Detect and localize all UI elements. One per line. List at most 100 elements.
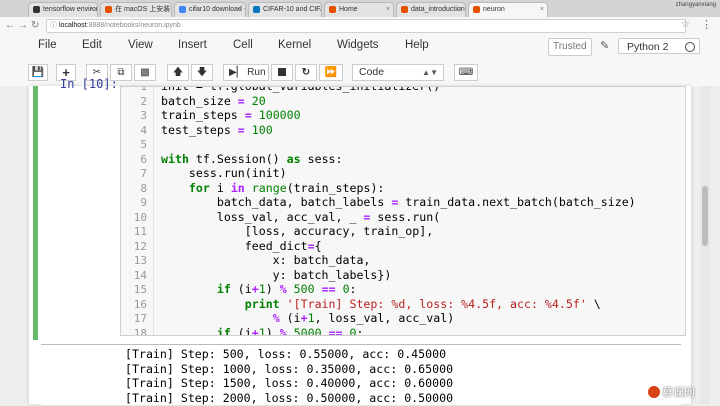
line-number: 18 — [133, 327, 147, 336]
tab-label: Home — [339, 6, 358, 13]
url-input[interactable]: ⓘ localhost:8888/notebooks/neuron.ipynb — [46, 19, 686, 33]
code-line-14: 14 y: batch_labels}) — [121, 268, 685, 283]
browser-tab[interactable]: neuron × — [468, 2, 548, 17]
menu-view[interactable]: View — [128, 39, 153, 51]
browser-address-bar: ← → ↻ ⓘ localhost:8888/notebooks/neuron.… — [0, 17, 720, 36]
cell-type-select[interactable]: Code ▲▼ — [352, 64, 444, 81]
browser-menu-icon[interactable]: ⋮ — [701, 18, 712, 31]
favicon-icon — [33, 6, 40, 13]
browser-tab[interactable]: tensorflow environ × — [28, 2, 98, 17]
browser-tab[interactable]: data_introduction × — [396, 2, 466, 17]
line-number: 5 — [140, 138, 147, 151]
line-number: 6 — [140, 153, 147, 166]
code-text: if (i+1) % 500 == 0: — [216, 282, 357, 296]
line-number: 11 — [133, 225, 147, 238]
code-line-10: 10 loss_val, acc_val, _ = sess.run( — [121, 210, 685, 225]
browser-tab[interactable]: Home × — [324, 2, 394, 17]
watermark-text: 慕课网 — [662, 387, 695, 399]
browser-tab[interactable]: cifar10 download - G× — [174, 2, 246, 17]
line-number: 10 — [133, 211, 147, 224]
line-number: 9 — [140, 196, 147, 209]
bookmark-star-icon[interactable]: ☆ — [681, 19, 690, 30]
trusted-badge[interactable]: Trusted — [548, 38, 592, 56]
kernel-name-badge[interactable]: Python 2 — [618, 38, 700, 54]
output-line: [Train] Step: 1500, loss: 0.40000, acc: … — [125, 376, 454, 390]
interrupt-button[interactable] — [271, 64, 293, 81]
line-number: 13 — [133, 254, 147, 267]
favicon-icon — [401, 6, 408, 13]
menu-insert[interactable]: Insert — [178, 39, 207, 51]
reload-icon[interactable]: ↻ — [31, 19, 39, 33]
browser-user-name[interactable]: zhangyanxiang — [676, 2, 716, 8]
input-prompt: In [10]: — [60, 77, 118, 91]
code-line-7: 7 sess.run(init) — [121, 166, 685, 181]
tab-label: neuron — [483, 6, 505, 13]
pencil-icon[interactable]: ✎ — [600, 39, 609, 52]
close-icon[interactable]: × — [164, 3, 168, 16]
restart-run-all-button[interactable]: ⏩ — [319, 64, 343, 81]
code-line-5: 5 — [121, 137, 685, 152]
save-button[interactable]: 💾 — [28, 64, 48, 81]
code-text: train_steps = 100000 — [161, 108, 301, 122]
keyboard-icon: ⌨ — [458, 67, 474, 78]
menu-edit[interactable]: Edit — [82, 39, 102, 51]
close-icon[interactable]: × — [386, 3, 390, 16]
command-palette-button[interactable]: ⌨ — [454, 64, 478, 81]
favicon-icon — [329, 6, 336, 13]
kernel-name: Python 2 — [627, 41, 669, 53]
menu-cell[interactable]: Cell — [233, 39, 253, 51]
favicon-icon — [105, 6, 112, 13]
close-icon[interactable]: × — [458, 3, 462, 16]
code-line-17: 17 % (i+1, loss_val, acc_val) — [121, 311, 685, 326]
watermark: 慕课网 — [648, 384, 695, 400]
code-line-3: 3 train_steps = 100000 — [121, 108, 685, 123]
code-text: init = tf.global_variables_initializer() — [161, 86, 441, 93]
line-number: 8 — [140, 182, 147, 195]
paste-button[interactable]: ▩ — [134, 64, 156, 81]
line-number: 17 — [133, 312, 147, 325]
code-text: print '[Train] Step: %d, loss: %4.5f, ac… — [244, 297, 601, 311]
code-text: with tf.Session() as sess: — [161, 152, 343, 166]
close-icon[interactable]: × — [90, 3, 94, 16]
code-line-13: 13 x: batch_data, — [121, 253, 685, 268]
menu-file[interactable]: File — [38, 39, 57, 51]
run-label: Run — [247, 67, 266, 78]
stop-icon — [278, 68, 286, 76]
code-line-9: 9 batch_data, batch_labels = train_data.… — [121, 195, 685, 210]
back-arrow-icon[interactable]: ← — [5, 19, 15, 33]
line-number: 14 — [133, 269, 147, 282]
code-cell[interactable]: In [10]: 1 init = tf.global_variables_ini… — [33, 77, 690, 340]
browser-tab[interactable]: CIFAR-10 and CIFAR-× — [248, 2, 322, 17]
line-number: 16 — [133, 298, 147, 311]
menu-widgets[interactable]: Widgets — [337, 39, 379, 51]
page-scrollbar[interactable] — [700, 86, 710, 404]
code-editor[interactable]: 1 init = tf.global_variables_initializer(… — [120, 86, 686, 336]
browser-tab[interactable]: 在 macOS 上安装 Te× — [100, 2, 172, 17]
close-icon[interactable]: × — [314, 3, 318, 16]
arrow-up-icon: 🡅 — [172, 67, 184, 78]
line-number: 3 — [140, 109, 147, 122]
menu-kernel[interactable]: Kernel — [278, 39, 311, 51]
scrollbar-thumb[interactable] — [702, 186, 708, 246]
code-line-11: 11 [loss, accuracy, train_op], — [121, 224, 685, 239]
move-up-button[interactable]: 🡅 — [167, 64, 189, 81]
code-line-8: 8 for i in range(train_steps): — [121, 181, 685, 196]
code-text: feed_dict={ — [161, 239, 322, 253]
restart-button[interactable]: ↻ — [295, 64, 317, 81]
code-text: batch_size = 20 — [161, 94, 266, 108]
menu-help[interactable]: Help — [405, 39, 429, 51]
move-down-button[interactable]: 🡇 — [191, 64, 213, 81]
close-icon[interactable]: × — [540, 3, 544, 16]
cell-output: [Train] Step: 500, loss: 0.55000, acc: 0… — [41, 344, 681, 405]
browser-tab-strip: tensorflow environ×在 macOS 上安装 Te×cifar1… — [0, 0, 720, 18]
save-icon: 💾 — [31, 67, 45, 78]
code-line-1: 1 init = tf.global_variables_initializer(… — [121, 86, 685, 94]
close-icon[interactable]: × — [238, 3, 242, 16]
notebook-paper: In [10]: 1 init = tf.global_variables_ini… — [29, 77, 691, 405]
code-text: loss_val, acc_val, _ = sess.run( — [161, 210, 441, 224]
run-button[interactable]: ▶▏ Run — [223, 64, 269, 81]
output-line: [Train] Step: 1000, loss: 0.35000, acc: … — [125, 361, 454, 376]
output-line: [Train] Step: 2000, loss: 0.50000, acc: … — [125, 390, 454, 405]
code-text: if (i+1) % 5000 == 0: — [216, 326, 364, 336]
forward-arrow-icon[interactable]: → — [18, 19, 28, 33]
